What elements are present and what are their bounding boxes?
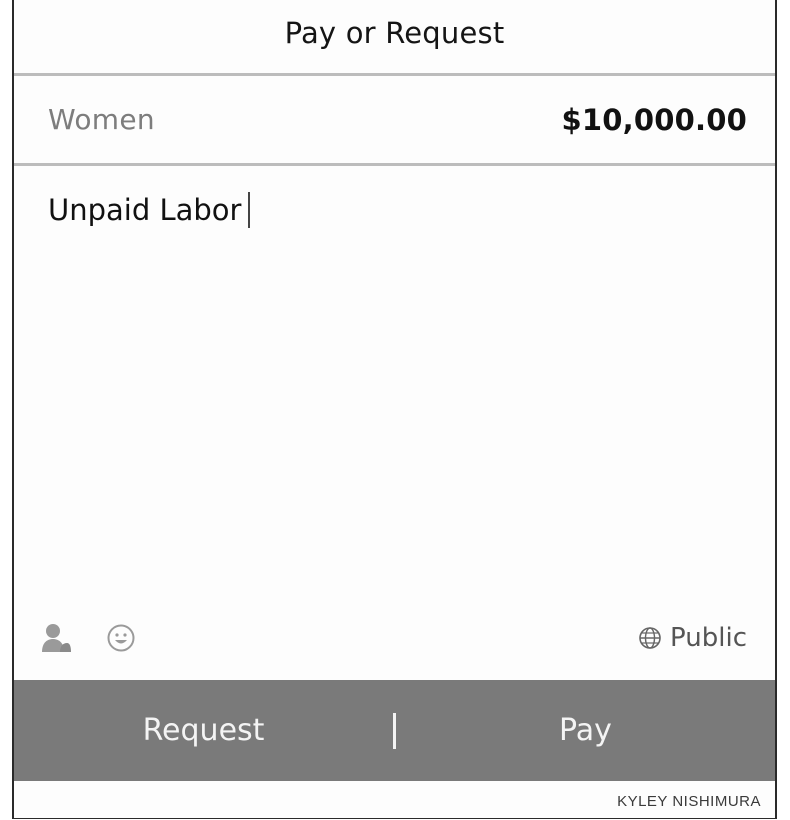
globe-icon bbox=[638, 626, 662, 650]
privacy-label: Public bbox=[670, 623, 747, 653]
recipient-field[interactable]: Women bbox=[48, 103, 155, 136]
attachment-icons bbox=[40, 622, 136, 654]
options-row: Public bbox=[14, 612, 775, 664]
request-button[interactable]: Request bbox=[14, 680, 393, 781]
note-text: Unpaid Labor bbox=[48, 193, 242, 227]
artist-credit: KYLEY NISHIMURA bbox=[617, 793, 761, 810]
header: Pay or Request bbox=[14, 0, 775, 76]
pay-button[interactable]: Pay bbox=[396, 680, 775, 781]
text-cursor bbox=[248, 192, 251, 228]
recipient-amount-row: Women $10,000.00 bbox=[14, 76, 775, 166]
amount-field[interactable]: $10,000.00 bbox=[562, 103, 747, 137]
app-window: Pay or Request Women $10,000.00 Unpaid L… bbox=[12, 0, 777, 819]
privacy-selector[interactable]: Public bbox=[638, 623, 747, 653]
user-icon[interactable] bbox=[40, 622, 72, 654]
note-input[interactable]: Unpaid Labor bbox=[14, 166, 775, 606]
emoji-icon[interactable] bbox=[106, 623, 136, 653]
action-bar: Request Pay bbox=[14, 680, 775, 781]
page-title: Pay or Request bbox=[284, 15, 505, 50]
